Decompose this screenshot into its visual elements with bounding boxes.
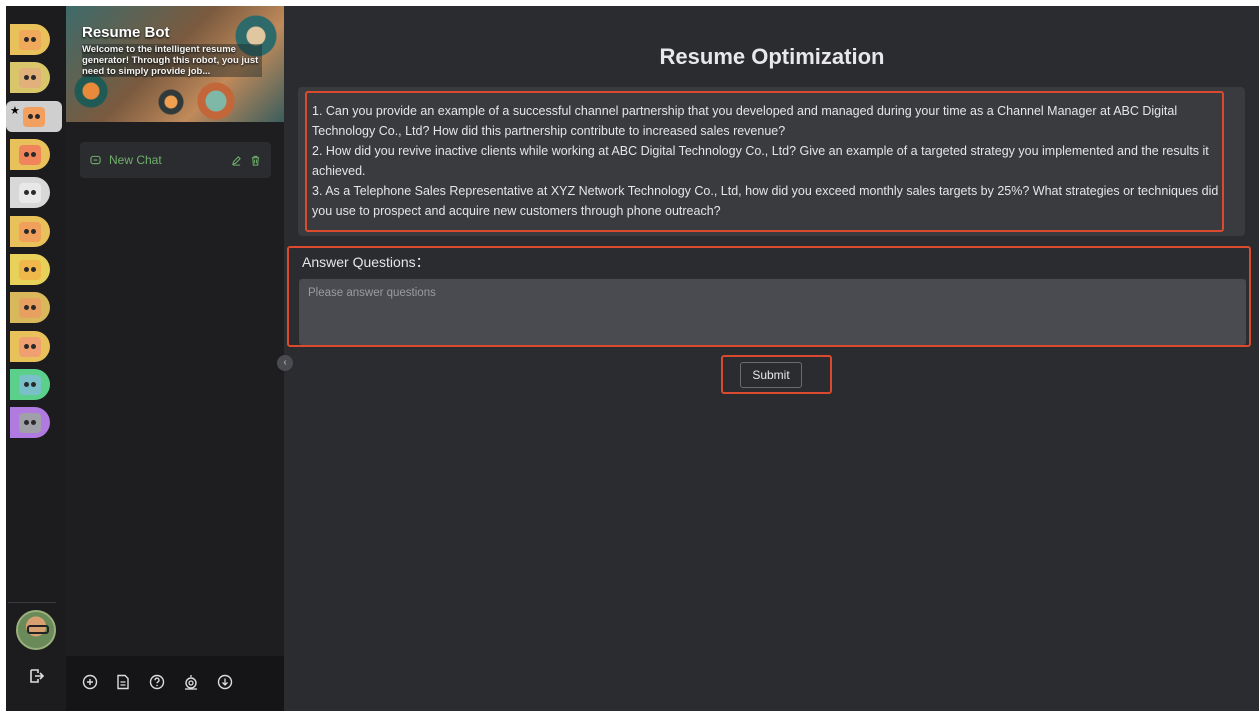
chat-item-new-chat[interactable]: New Chat [80,142,271,178]
document-icon[interactable] [115,674,131,690]
bot-avatar-2[interactable] [10,62,50,93]
bot-avatar-1[interactable] [10,24,50,55]
user-avatar[interactable] [16,610,56,650]
sidebar-footer [66,656,284,711]
add-circle-icon[interactable] [82,674,98,690]
robot-face-icon [19,412,41,433]
rail-divider [8,602,56,603]
robot-face-icon [19,67,41,88]
bot-avatar-9[interactable] [10,331,50,362]
question-item: 3. As a Telephone Sales Representative a… [312,184,1219,218]
robot-face-icon [23,106,45,127]
page-title: Resume Optimization [659,44,885,69]
chat-item-label: New Chat [109,153,162,167]
robot-face-icon [19,144,41,165]
bot-avatar-6[interactable] [10,216,50,247]
bot-avatar-8[interactable] [10,292,50,323]
logout-icon[interactable] [28,668,44,684]
robot-face-icon [19,29,41,50]
chat-bubble-icon [90,155,101,164]
robot-icon[interactable] [183,674,199,690]
answer-textarea[interactable] [299,279,1246,345]
question-item: 2. How did you revive inactive clients w… [312,144,1209,178]
trash-icon[interactable] [250,155,261,166]
bot-avatar-4[interactable] [10,139,50,170]
bot-description: Welcome to the intelligent resume genera… [82,44,262,77]
active-star-icon: ★ [10,105,20,117]
question-item: 1. Can you provide an example of a succe… [312,104,1178,138]
download-icon[interactable] [217,674,233,690]
robot-face-icon [19,221,41,242]
robot-face-icon [19,336,41,357]
sidebar: Resume Bot Welcome to the intelligent re… [66,6,284,711]
bot-avatar-7[interactable] [10,254,50,285]
pencil-icon[interactable] [231,155,242,166]
chevron-left-icon[interactable]: ‹ [277,355,293,371]
robot-face-icon [19,182,41,203]
questions-text: 1. Can you provide an example of a succe… [312,101,1222,221]
robot-face-icon [19,374,41,395]
bot-avatar-10[interactable] [10,369,50,400]
help-circle-icon[interactable] [149,674,165,690]
robot-face-icon [19,297,41,318]
answer-label: Answer Questions： [302,254,430,270]
bot-banner: Resume Bot Welcome to the intelligent re… [66,6,284,122]
bot-avatar-11[interactable] [10,407,50,438]
bot-avatar-5[interactable] [10,177,50,208]
submit-button[interactable]: Submit [740,362,802,388]
robot-face-icon [19,259,41,280]
bot-name: Resume Bot [82,24,170,41]
